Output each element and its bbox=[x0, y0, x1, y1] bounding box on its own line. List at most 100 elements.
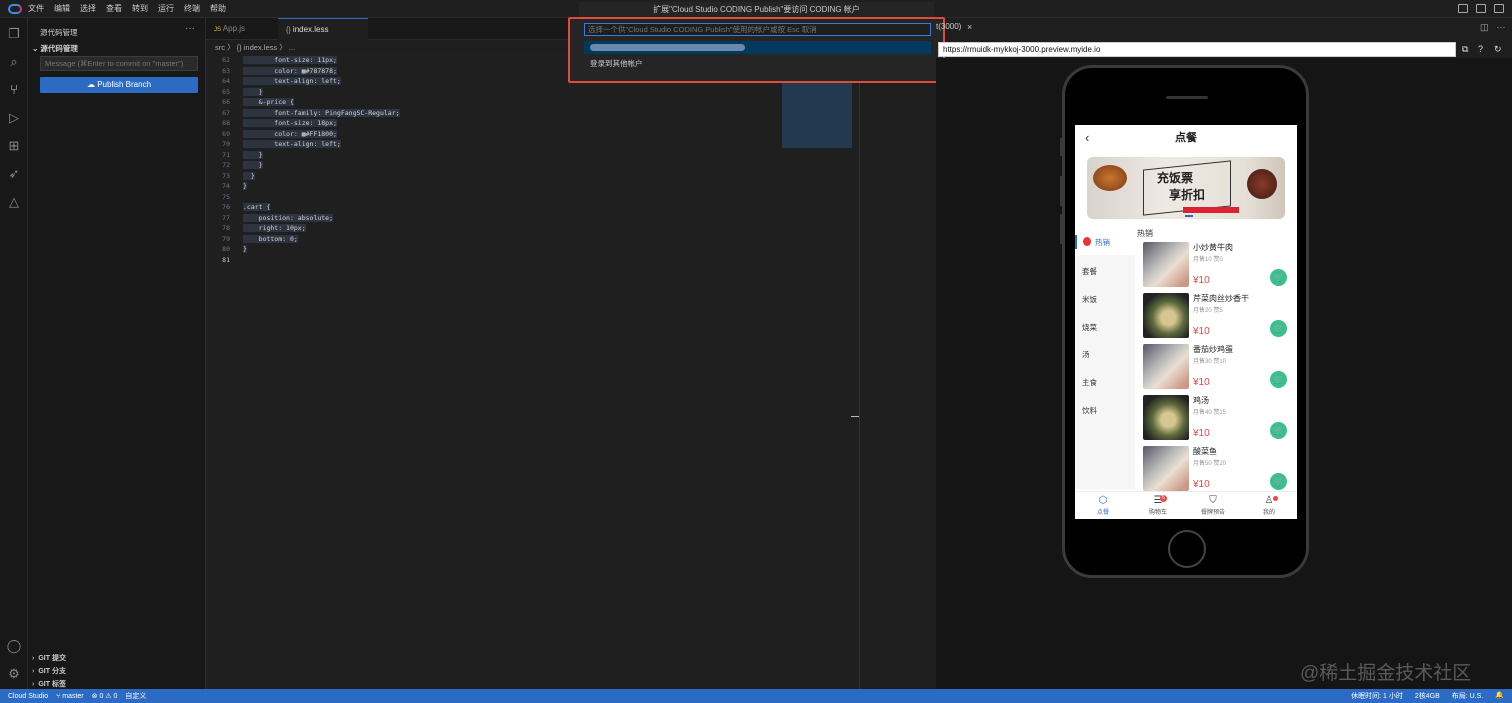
add-to-cart-icon[interactable]: 🛒 bbox=[1270, 320, 1287, 337]
run-debug-icon[interactable]: ▷ bbox=[6, 110, 22, 126]
food-image bbox=[1247, 169, 1277, 199]
search-icon[interactable]: ⌕ bbox=[6, 54, 22, 70]
explorer-icon[interactable]: ❐ bbox=[6, 26, 22, 42]
phone-speaker bbox=[1166, 96, 1208, 99]
problems-indicator[interactable]: ⊗ 0 ⚠ 0 bbox=[92, 692, 118, 700]
git-branches-section[interactable]: GIT 分支 bbox=[32, 666, 66, 676]
code-editor[interactable]: 62 font-size: 11px; 63 color: ▩#787878; 64… bbox=[206, 52, 859, 689]
section-header[interactable]: ⌄ 源代码管理 bbox=[32, 43, 78, 54]
account-icon[interactable]: ◯ bbox=[6, 638, 22, 654]
custom-indicator[interactable]: 自定义 bbox=[125, 691, 146, 701]
back-icon[interactable]: ‹ bbox=[1085, 125, 1089, 151]
dish-image bbox=[1143, 446, 1189, 491]
git-tags-section[interactable]: GIT 标签 bbox=[32, 679, 66, 689]
menu-file[interactable]: 文件 bbox=[28, 3, 44, 14]
code-line: font-size: 11px; bbox=[243, 56, 337, 64]
toggle-panel-icon[interactable] bbox=[1476, 4, 1486, 13]
menu-view[interactable]: 查看 bbox=[106, 3, 122, 14]
close-icon[interactable]: × bbox=[967, 22, 972, 32]
line-number: 67 bbox=[222, 108, 230, 117]
tab-cart[interactable]: ☰ 5 购物车 bbox=[1138, 495, 1178, 516]
source-control-sidebar: 源代码管理 ··· ⌄ 源代码管理 ☁ Publish Branch GIT 提… bbox=[28, 18, 206, 689]
home-button[interactable] bbox=[1168, 530, 1206, 568]
account-option-selected[interactable] bbox=[584, 41, 931, 54]
help-icon[interactable]: ? bbox=[1478, 44, 1483, 54]
line-number: 63 bbox=[222, 66, 230, 75]
commit-message-input[interactable] bbox=[40, 56, 198, 71]
line-number: 65 bbox=[222, 87, 230, 96]
preview-tab[interactable]: t(3000) bbox=[936, 22, 961, 31]
sign-in-other-account-option[interactable]: 登录到其他帐户 bbox=[590, 58, 643, 69]
add-to-cart-icon[interactable]: 🛒 bbox=[1270, 371, 1287, 388]
more-actions-icon[interactable]: ··· bbox=[185, 23, 195, 34]
menu-run[interactable]: 运行 bbox=[158, 3, 174, 14]
preview-actions: ◫ ⋯ bbox=[1480, 22, 1506, 33]
menu-selection[interactable]: 选择 bbox=[80, 3, 96, 14]
line-number: 80 bbox=[222, 245, 230, 253]
tab-menu-preview[interactable]: ⛉ 餐牌预告 bbox=[1193, 495, 1233, 516]
menu-item[interactable]: 番茄炒鸡蛋 月售30 赞10 ¥10 🛒 bbox=[1143, 344, 1293, 394]
menu-edit[interactable]: 编辑 bbox=[54, 3, 70, 14]
remote-indicator[interactable]: Cloud Studio bbox=[8, 693, 48, 700]
toggle-secondary-sidebar-icon[interactable] bbox=[1494, 4, 1504, 13]
tab-label: 点餐 bbox=[1096, 510, 1109, 516]
add-to-cart-icon[interactable]: 🛒 bbox=[1270, 422, 1287, 439]
promo-banner[interactable]: 充饭票 享折扣 bbox=[1087, 157, 1285, 219]
category-item[interactable]: 主食 bbox=[1082, 377, 1097, 388]
code-line: } bbox=[243, 245, 247, 253]
category-hot[interactable]: 热销 bbox=[1075, 229, 1135, 255]
branch-indicator[interactable]: ⑂ master bbox=[56, 693, 84, 700]
rest-time[interactable]: 休眠时间: 1 小时 bbox=[1351, 691, 1403, 701]
line-number: 75 bbox=[222, 192, 230, 201]
add-to-cart-icon[interactable]: 🛒 bbox=[1270, 269, 1287, 286]
menu-item[interactable]: 鸡汤 月售40 赞15 ¥10 🛒 bbox=[1143, 395, 1293, 445]
dish-price: ¥10 bbox=[1193, 479, 1210, 490]
source-control-icon[interactable]: ⑂ bbox=[6, 82, 22, 98]
editor-split-divider[interactable] bbox=[859, 40, 860, 689]
tab-mine[interactable]: ♙ 我的 bbox=[1249, 495, 1289, 516]
publish-branch-button[interactable]: ☁ Publish Branch bbox=[40, 77, 198, 93]
quick-pick-input[interactable] bbox=[584, 23, 931, 36]
category-item[interactable]: 米饭 bbox=[1082, 294, 1097, 305]
extensions-icon[interactable]: ⊞ bbox=[6, 138, 22, 154]
toggle-sidebar-icon[interactable] bbox=[1458, 4, 1468, 13]
rocket-icon[interactable]: ➶ bbox=[6, 166, 22, 182]
url-bar[interactable]: https://rmuidk-mykkoj-3000.preview.myide… bbox=[938, 42, 1456, 57]
category-item[interactable]: 套餐 bbox=[1082, 266, 1097, 277]
tab-index-less[interactable]: {} index.less bbox=[278, 18, 368, 40]
menu-item[interactable]: 酸菜鱼 月售50 赞20 ¥10 🛒 bbox=[1143, 446, 1293, 496]
tab-label: 我的 bbox=[1262, 510, 1275, 516]
banner-text: 充饭票 bbox=[1157, 171, 1194, 185]
split-editor-icon[interactable]: ◫ bbox=[1480, 22, 1489, 33]
tab-app-js[interactable]: JS App.js bbox=[206, 18, 278, 40]
menu-terminal[interactable]: 终端 bbox=[184, 3, 200, 14]
dish-meta: 月售10 赞0 bbox=[1193, 257, 1223, 263]
blurred-account bbox=[590, 44, 745, 51]
more-actions-icon[interactable]: ⋯ bbox=[1497, 22, 1506, 33]
sash-handle[interactable] bbox=[851, 416, 859, 417]
refresh-icon[interactable]: ↻ bbox=[1494, 44, 1502, 55]
open-external-icon[interactable]: ⧉ bbox=[1462, 44, 1468, 55]
section-title: 源代码管理 bbox=[40, 44, 78, 53]
banner-text: 享折扣 bbox=[1169, 188, 1206, 202]
code-line: right: 10px; bbox=[243, 224, 306, 232]
machine-spec[interactable]: 2核4GB bbox=[1415, 691, 1440, 701]
keyboard-layout[interactable]: 布局: U.S. bbox=[1452, 691, 1484, 701]
category-item[interactable]: 汤 bbox=[1082, 349, 1090, 360]
gear-icon[interactable]: ⚙ bbox=[6, 666, 22, 682]
menu-item[interactable]: 小炒黄牛肉 月售10 赞0 ¥10 🛒 bbox=[1143, 242, 1293, 292]
menu-help[interactable]: 帮助 bbox=[210, 3, 226, 14]
tab-order[interactable]: ⬡ 点餐 bbox=[1083, 495, 1123, 516]
code-line: } bbox=[243, 171, 255, 180]
phone-frame: ‹ 点餐 充饭票 享折扣 热销 套餐 米饭 烧菜 汤 主食 饮料 热销 小炒黄牛… bbox=[1060, 65, 1309, 578]
dish-name: 酸菜鱼 bbox=[1193, 447, 1217, 456]
category-item[interactable]: 饮料 bbox=[1082, 405, 1097, 416]
triangle-icon[interactable]: △ bbox=[6, 194, 22, 210]
menu-item[interactable]: 芹菜肉丝炒香干 月售20 赞5 ¥10 🛒 bbox=[1143, 293, 1293, 343]
git-commits-section[interactable]: GIT 提交 bbox=[32, 653, 66, 663]
line-number: 66 bbox=[222, 98, 230, 106]
add-to-cart-icon[interactable]: 🛒 bbox=[1270, 473, 1287, 490]
category-item[interactable]: 烧菜 bbox=[1082, 322, 1097, 333]
menu-go[interactable]: 转到 bbox=[132, 3, 148, 14]
notifications-icon[interactable]: 🔔 bbox=[1495, 691, 1504, 701]
